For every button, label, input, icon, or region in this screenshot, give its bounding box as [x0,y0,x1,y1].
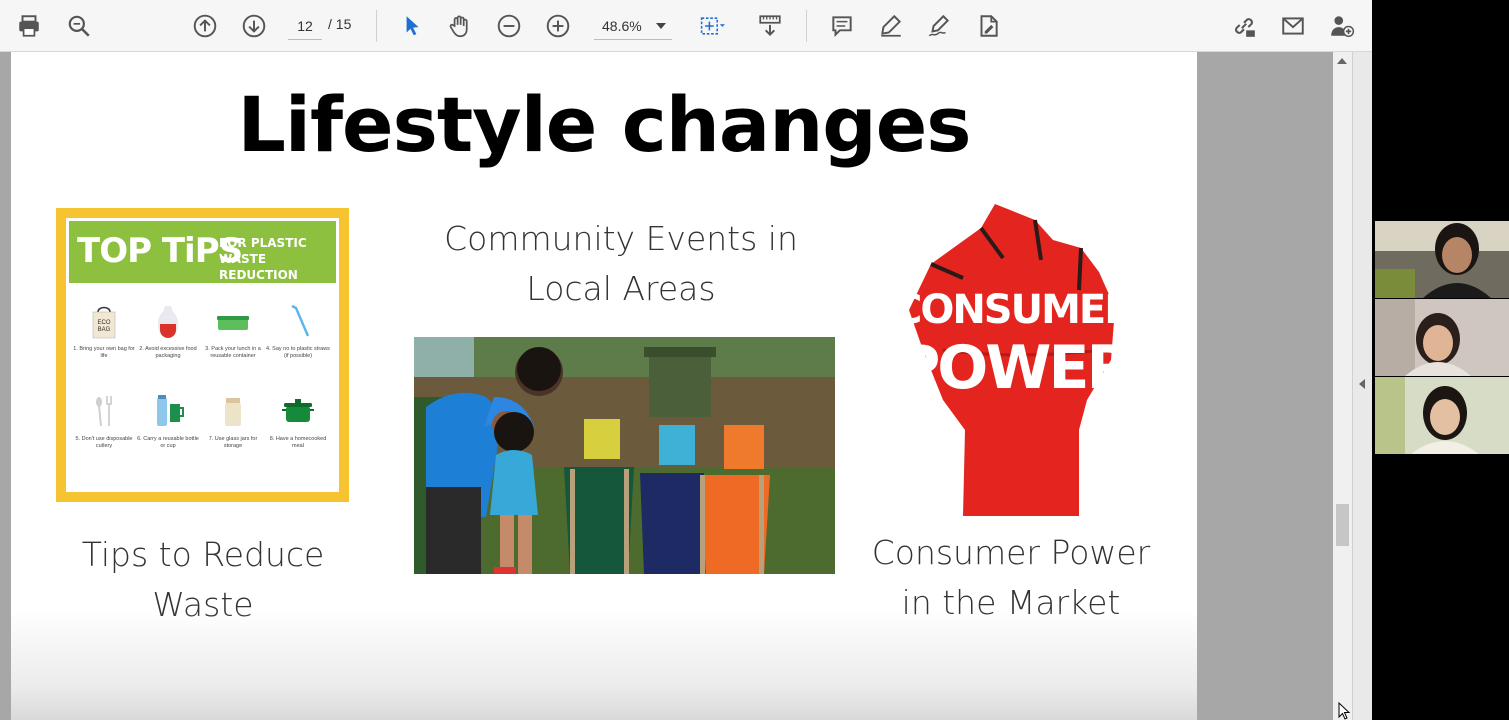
add-user-icon[interactable] [1326,10,1358,42]
pdf-viewer: 12 / 15 48.6% Lifestyle changes TOP TiPS… [0,0,1372,720]
tip-text: 5. Don't use disposable cutlery [75,436,133,449]
tip-item: 6. Carry a reusable bottle or cup [136,390,200,450]
slide-title: Lifestyle changes [237,80,972,169]
tip-item: 5. Don't use disposable cutlery [72,390,136,450]
toolbar-divider [806,10,807,42]
lunch-box-icon [213,300,253,340]
scroll-mode-icon[interactable] [754,10,786,42]
community-event-photo [414,337,835,574]
glass-jar-icon [213,390,253,430]
tote-bag-icon: ECO BAG [84,300,124,340]
hand-tool-icon[interactable] [444,10,476,42]
caption-community-line2: Local Areas [526,269,716,308]
print-icon[interactable] [13,10,45,42]
caption-community-line1: Community Events in [444,219,798,258]
pdf-page: Lifestyle changes TOP TiPS FOR PLASTIC W… [11,52,1197,720]
poster-subtitle-line1: FOR PLASTIC [219,236,307,250]
tip-text: 1. Bring your own bag for life [73,346,135,359]
poster-title: TOP TiPS [77,231,243,271]
mouse-cursor-icon [1338,702,1351,720]
tip-item: 8. Have a homecooked meal [266,390,330,450]
food-packaging-icon [148,300,188,340]
poster-subtitle: FOR PLASTIC WASTE REDUCTION [219,235,336,283]
tip-item: 3. Pack your lunch in a reusable contain… [201,300,265,360]
tips-poster: TOP TiPS FOR PLASTIC WASTE REDUCTION ECO… [56,208,349,502]
zoom-level-value: 48.6% [602,18,642,34]
caption-consumer: Consumer Power in the Market [869,528,1153,628]
toolbar-divider [376,10,377,42]
cooking-pot-icon [278,390,318,430]
video-tile-participant[interactable] [1375,299,1509,376]
tip-text: 7. Use glass jars for storage [208,436,258,449]
page-up-icon[interactable] [189,10,221,42]
email-icon[interactable] [1277,10,1309,42]
caption-consumer-line1: Consumer Power [871,533,1151,572]
tip-item: 4. Say no to plastic straws (if possible… [266,300,330,360]
zoom-in-icon[interactable] [542,10,574,42]
poster-body: TOP TiPS FOR PLASTIC WASTE REDUCTION ECO… [66,218,339,492]
fist-line2: POWER [903,333,1123,403]
reusable-bottle-icon [148,390,188,430]
scroll-up-icon[interactable] [1337,58,1347,64]
page-total: / 15 [328,16,352,32]
fist-line1: CONSUMER [903,287,1123,333]
tip-item: 7. Use glass jars for storage [201,390,265,450]
right-pane-toggle[interactable] [1352,52,1372,720]
chevron-down-icon [656,23,666,29]
sign-icon[interactable] [923,10,955,42]
edit-pdf-icon[interactable] [972,10,1004,42]
caption-tips-line2: Waste [152,585,254,624]
cutlery-icon [84,390,124,430]
tip-text: 6. Carry a reusable bottle or cup [137,436,199,449]
vertical-scrollbar[interactable] [1333,52,1352,720]
tip-text: 8. Have a homecooked meal [269,436,327,449]
tip-item: ECO BAG 1. Bring your own bag for life [72,300,136,360]
screen: 12 / 15 48.6% Lifestyle changes TOP TiPS… [0,0,1509,720]
caption-tips-line1: Tips to Reduce [81,535,325,574]
caption-consumer-line2: in the Market [901,583,1121,622]
toolbar: 12 / 15 48.6% [0,0,1372,52]
share-link-icon[interactable] [1228,10,1260,42]
tip-item: 2. Avoid excessive food packaging [136,300,200,360]
highlight-icon[interactable] [875,10,907,42]
video-tile-participant[interactable] [1375,221,1509,298]
poster-header: TOP TiPS FOR PLASTIC WASTE REDUCTION [69,221,336,283]
svg-text:ECO: ECO [97,320,110,326]
select-cursor-icon[interactable] [396,10,428,42]
fit-page-icon[interactable] [692,10,732,42]
svg-text:BAG: BAG [98,327,111,333]
consumer-power-fist: CONSUMER POWER [893,200,1136,516]
zoom-level-select[interactable]: 48.6% [594,12,672,40]
straw-icon [278,300,318,340]
scrollbar-thumb[interactable] [1336,504,1349,546]
zoom-out-icon[interactable] [493,10,525,42]
page-number-input[interactable]: 12 [288,12,322,40]
tip-text: 4. Say no to plastic straws (if possible… [266,346,330,359]
poster-subtitle-line2: WASTE REDUCTION [219,252,298,282]
caption-tips: Tips to Reduce Waste [51,530,355,630]
video-tile-participant[interactable] [1375,377,1509,454]
tip-text: 2. Avoid excessive food packaging [139,346,197,359]
search-icon[interactable] [63,10,95,42]
chevron-left-icon[interactable] [1359,379,1365,389]
comment-icon[interactable] [826,10,858,42]
tip-text: 3. Pack your lunch in a reusable contain… [205,346,261,359]
caption-community: Community Events in Local Areas [416,214,826,314]
page-down-icon[interactable] [238,10,270,42]
